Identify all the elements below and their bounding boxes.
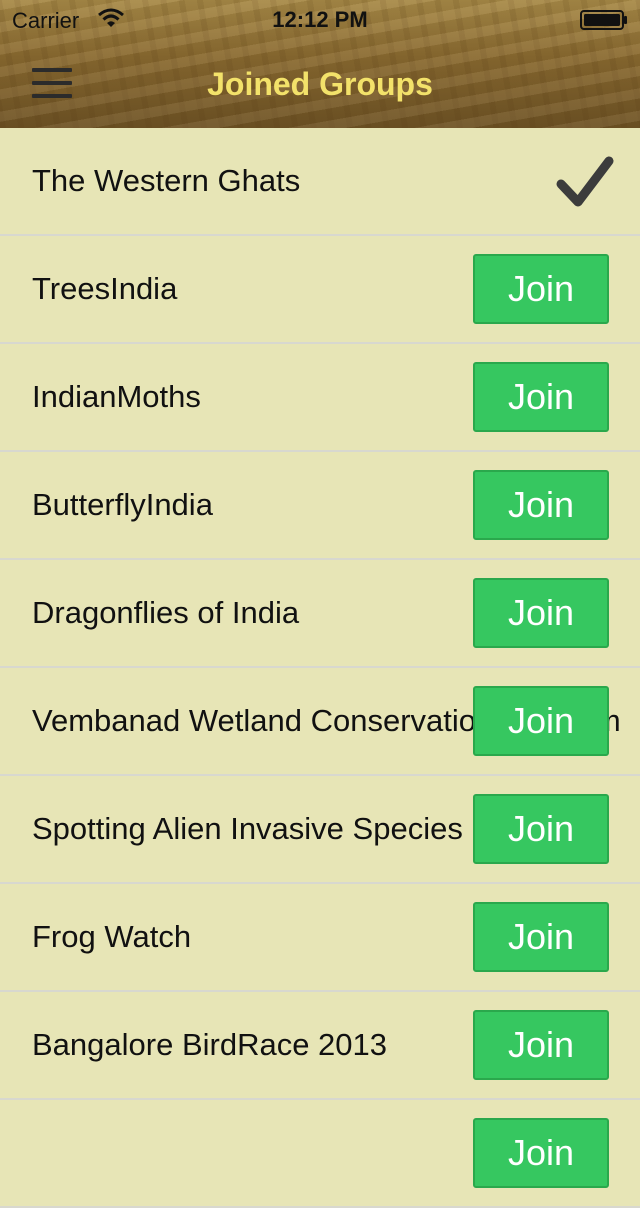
join-button[interactable]: Join xyxy=(473,578,609,648)
page-title: Joined Groups xyxy=(207,66,433,102)
list-item[interactable]: Spotting Alien Invasive Species Join xyxy=(0,776,640,884)
join-button[interactable]: Join xyxy=(473,794,609,864)
group-name: Frog Watch xyxy=(32,919,192,954)
list-item[interactable]: Frog Watch Join xyxy=(0,884,640,992)
join-button[interactable]: Join xyxy=(473,902,609,972)
join-button[interactable]: Join xyxy=(473,686,609,756)
group-name: IndianMoths xyxy=(32,379,201,414)
join-button[interactable]: Join xyxy=(473,470,609,540)
list-item[interactable]: IndianMoths Join xyxy=(0,344,640,452)
list-item[interactable]: Dragonflies of India Join xyxy=(0,560,640,668)
group-name: ButterflyIndia xyxy=(32,487,213,522)
join-button[interactable]: Join xyxy=(473,254,609,324)
group-name: TreesIndia xyxy=(32,271,178,306)
battery-icon xyxy=(580,10,627,30)
group-name: The Western Ghats xyxy=(32,163,301,198)
group-name: Bangalore BirdRace 2013 xyxy=(32,1027,388,1062)
checkmark-icon xyxy=(556,156,614,207)
list-item[interactable]: The Western Ghats xyxy=(0,128,640,236)
join-button[interactable]: Join xyxy=(473,362,609,432)
list-item[interactable]: Join xyxy=(0,1100,640,1208)
join-button[interactable]: Join xyxy=(473,1010,609,1080)
status-bar: Carrier 12:12 PM xyxy=(0,0,640,40)
list-item[interactable]: ButterflyIndia Join xyxy=(0,452,640,560)
group-name: Dragonflies of India xyxy=(32,595,300,630)
list-item[interactable]: TreesIndia Join xyxy=(0,236,640,344)
header-bar: Carrier 12:12 PM Joined Groups xyxy=(0,0,640,128)
group-name: Spotting Alien Invasive Species xyxy=(32,811,463,846)
list-item[interactable]: Vembanad Wetland Conservation Program Jo… xyxy=(0,668,640,776)
join-button[interactable]: Join xyxy=(473,1118,609,1188)
group-list: The Western Ghats TreesIndia Join Indian… xyxy=(0,128,640,1208)
status-time: 12:12 PM xyxy=(272,7,368,32)
list-item[interactable]: Bangalore BirdRace 2013 Join xyxy=(0,992,640,1100)
